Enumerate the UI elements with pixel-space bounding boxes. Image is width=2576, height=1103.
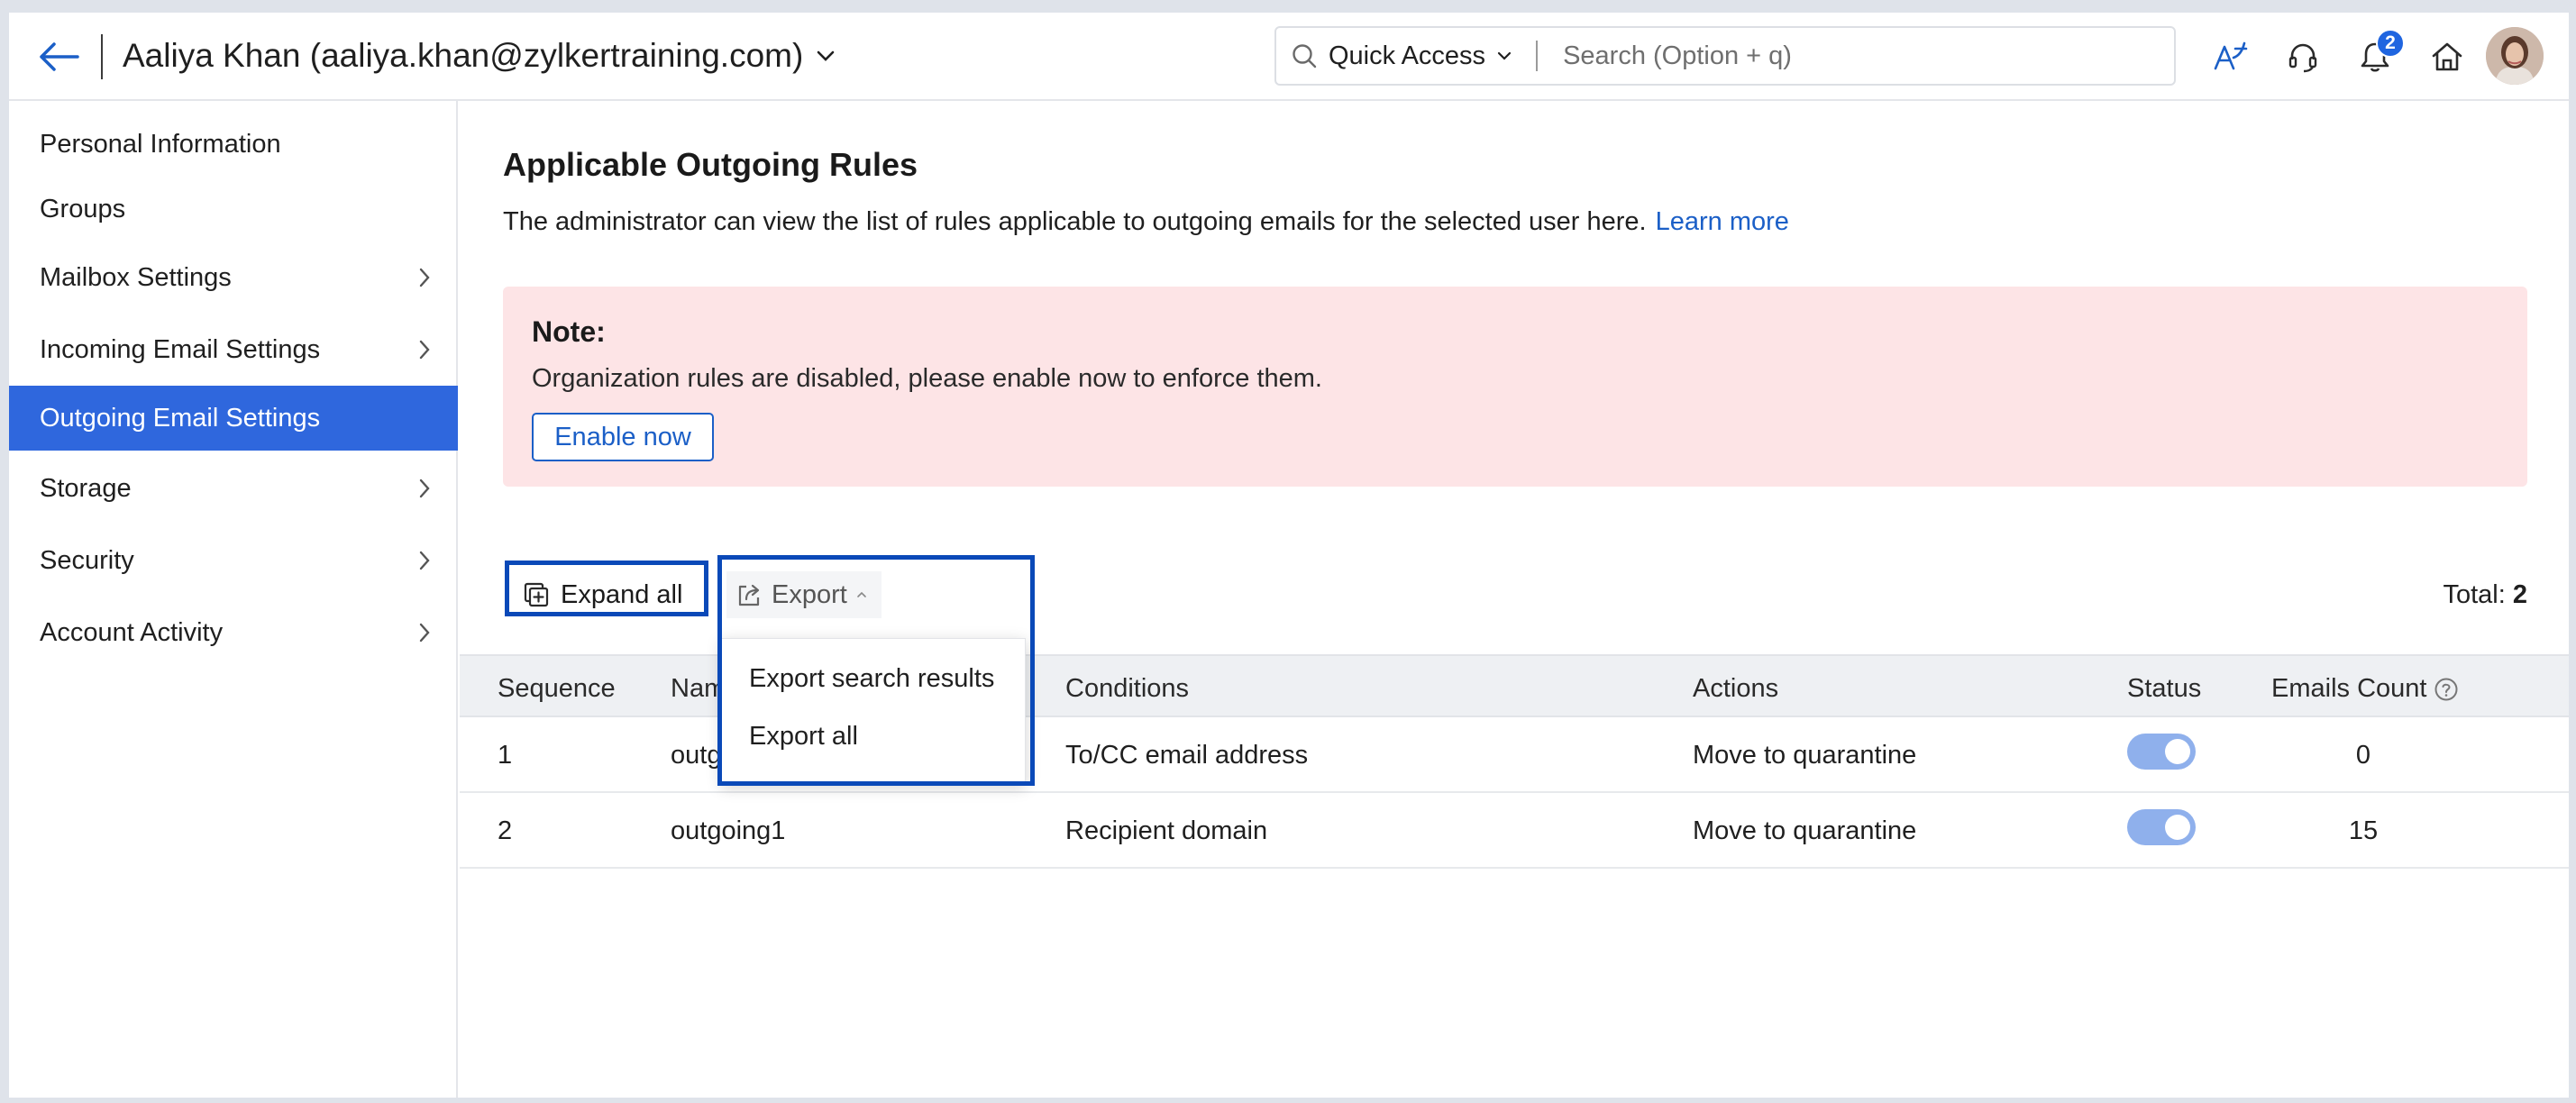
toggle-knob: [2165, 815, 2190, 840]
sidebar-item-incoming-email-settings[interactable]: Incoming Email Settings: [9, 317, 458, 382]
expand-all-highlight: [505, 561, 708, 616]
sidebar-item-label: Mailbox Settings: [40, 262, 232, 292]
header-separator: [101, 34, 103, 79]
sidebar-item-personal-information[interactable]: Personal Information: [9, 112, 458, 177]
quick-access-dropdown[interactable]: Quick Access: [1276, 28, 1512, 84]
chevron-down-icon: [817, 50, 835, 61]
total-label: Total:: [2443, 580, 2506, 609]
translate-button[interactable]: [2210, 36, 2252, 77]
cell-conditions: Recipient domain: [1065, 816, 1268, 845]
sidebar-item-outgoing-email-settings[interactable]: Outgoing Email Settings: [9, 386, 458, 451]
cell-emails-count: 0: [2355, 741, 2371, 770]
chevron-right-icon: [418, 267, 431, 288]
app-window: Aaliya Khan (aaliya.khan@zylkertraining.…: [9, 13, 2569, 1098]
column-header-sequence[interactable]: Sequence: [498, 674, 616, 704]
user-title: Aaliya Khan (aaliya.khan@zylkertraining.…: [123, 37, 804, 74]
user-selector[interactable]: Aaliya Khan (aaliya.khan@zylkertraining.…: [123, 32, 836, 79]
cell-actions: Move to quarantine: [1693, 816, 1917, 845]
table-row[interactable]: 2 outgoing1 Recipient domain Move to qua…: [460, 793, 2569, 869]
headset-icon: [2288, 43, 2317, 73]
settings-sidebar: Personal Information Groups Mailbox Sett…: [9, 101, 458, 1098]
column-header-conditions[interactable]: Conditions: [1065, 674, 1189, 704]
back-arrow-icon: [40, 42, 79, 71]
search-bar: Quick Access: [1274, 26, 2176, 86]
emails-count-label: Emails Count: [2271, 674, 2427, 703]
total-count: Total: 2: [2443, 580, 2527, 610]
page-title: Applicable Outgoing Rules: [503, 146, 918, 183]
page-description: The administrator can view the list of r…: [503, 207, 1789, 237]
notifications-button[interactable]: 2: [2354, 29, 2405, 77]
column-header-emails-count[interactable]: Emails Count: [2271, 674, 2459, 704]
sidebar-item-label: Outgoing Email Settings: [40, 403, 321, 433]
sidebar-item-label: Personal Information: [40, 129, 281, 159]
cell-conditions: To/CC email address: [1065, 741, 1309, 770]
user-photo-icon: [2486, 27, 2544, 85]
translate-icon: [2214, 41, 2248, 70]
top-header: Aaliya Khan (aaliya.khan@zylkertraining.…: [9, 13, 2569, 101]
status-toggle[interactable]: [2127, 734, 2196, 770]
sidebar-item-label: Security: [40, 545, 134, 575]
cell-sequence: 2: [498, 816, 513, 845]
learn-more-link[interactable]: Learn more: [1656, 207, 1789, 236]
chevron-right-icon: [418, 622, 431, 643]
chevron-right-icon: [418, 478, 431, 499]
toggle-knob: [2165, 739, 2190, 764]
notification-badge: 2: [2376, 29, 2405, 58]
cell-sequence: 1: [498, 741, 513, 770]
search-divider: [1536, 41, 1539, 71]
cell-actions: Move to quarantine: [1693, 741, 1917, 770]
status-toggle[interactable]: [2127, 809, 2196, 845]
support-button[interactable]: [2282, 36, 2324, 77]
chevron-down-icon: [1497, 51, 1512, 60]
avatar[interactable]: [2486, 27, 2544, 85]
sidebar-item-label: Account Activity: [40, 617, 224, 647]
search-input[interactable]: [1563, 28, 2174, 84]
sidebar-item-mailbox-settings[interactable]: Mailbox Settings: [9, 245, 458, 310]
sidebar-item-groups[interactable]: Groups: [9, 177, 458, 242]
home-button[interactable]: [2426, 36, 2468, 77]
sidebar-item-label: Incoming Email Settings: [40, 334, 321, 364]
description-text: The administrator can view the list of r…: [503, 207, 1647, 236]
note-banner: Note: Organization rules are disabled, p…: [503, 287, 2527, 487]
export-highlight: [717, 555, 1035, 786]
quick-access-label: Quick Access: [1329, 41, 1486, 70]
chevron-right-icon: [418, 550, 431, 571]
chevron-right-icon: [418, 339, 431, 360]
main-content: Applicable Outgoing Rules The administra…: [460, 101, 2569, 1098]
column-header-actions[interactable]: Actions: [1693, 674, 1778, 704]
note-text: Organization rules are disabled, please …: [532, 364, 1322, 393]
cell-emails-count: 15: [2348, 816, 2379, 845]
enable-now-button[interactable]: Enable now: [532, 413, 714, 461]
total-value: 2: [2512, 580, 2527, 609]
help-icon[interactable]: [2434, 677, 2459, 702]
cell-name: outgoing1: [671, 816, 786, 845]
sidebar-item-storage[interactable]: Storage: [9, 456, 458, 521]
sidebar-item-security[interactable]: Security: [9, 528, 458, 593]
sidebar-item-label: Storage: [40, 473, 132, 503]
sidebar-item-account-activity[interactable]: Account Activity: [9, 600, 458, 665]
note-title: Note:: [532, 315, 606, 348]
home-icon: [2432, 42, 2462, 71]
search-icon: [1293, 44, 1317, 68]
column-header-status[interactable]: Status: [2127, 674, 2201, 704]
back-button[interactable]: [36, 36, 81, 77]
sidebar-item-label: Groups: [40, 194, 126, 223]
